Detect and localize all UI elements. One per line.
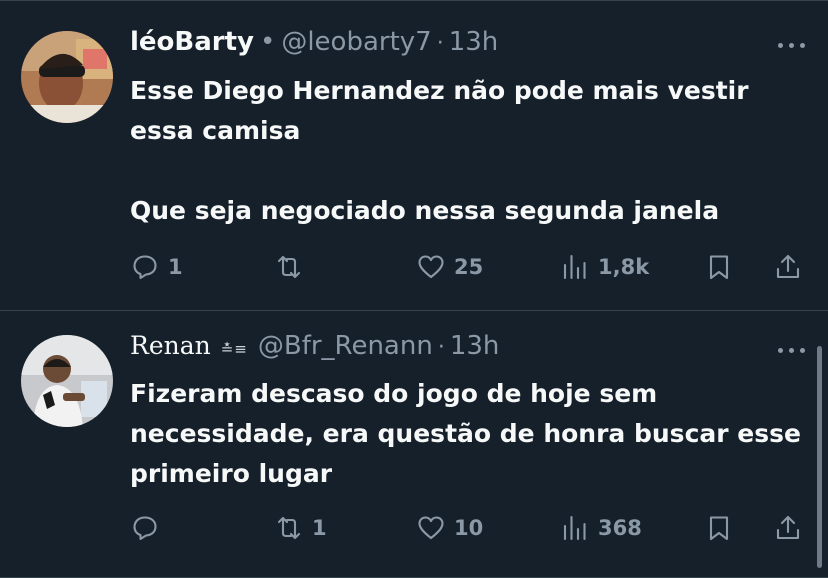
like-button[interactable]: 25 (416, 249, 483, 285)
dot-separator: · (437, 335, 445, 360)
bookmark-button[interactable] (704, 249, 734, 285)
more-icon[interactable] (778, 345, 806, 355)
reply-count: 1 (168, 255, 183, 279)
retweet-icon (277, 255, 301, 279)
reply-icon (133, 255, 157, 280)
views-icon (563, 515, 586, 541)
like-icon (418, 516, 444, 540)
like-count: 10 (454, 516, 484, 540)
tweet-header: léoBarty • @leobarty7 · 13h (130, 27, 498, 57)
reply-icon (133, 516, 157, 541)
tweet-text-paragraph: Fizeram descaso do jogo de hoje sem nece… (130, 379, 801, 488)
tweet-text-paragraph: Que seja negociado nessa segunda janela (130, 196, 720, 225)
retweet-button[interactable]: 1 (274, 510, 327, 546)
tweet-text: Fizeram descaso do jogo de hoje sem nece… (130, 374, 810, 494)
scrollbar[interactable] (817, 346, 822, 568)
tweet-header: Renan ≛≡ @Bfr_Renann · 13h (130, 331, 499, 361)
avatar[interactable] (21, 335, 113, 427)
user-name[interactable]: Renan (130, 331, 211, 360)
share-button[interactable] (773, 510, 803, 546)
action-bar: 1 10 368 (130, 510, 810, 546)
views-count: 1,8k (598, 255, 650, 279)
views-icon (563, 254, 586, 280)
tweet[interactable]: Renan ≛≡ @Bfr_Renann · 13h Fizeram desca… (0, 311, 828, 578)
user-handle[interactable]: @Bfr_Renann (258, 331, 433, 361)
views-button[interactable]: 368 (560, 510, 642, 546)
like-count: 25 (454, 255, 484, 279)
bookmark-button[interactable] (704, 510, 734, 546)
more-icon[interactable] (778, 40, 806, 50)
reply-button[interactable] (130, 510, 168, 546)
retweet-count: 1 (312, 516, 327, 540)
share-button[interactable] (773, 249, 803, 285)
timestamp[interactable]: 13h (450, 331, 500, 361)
retweet-icon (277, 516, 301, 540)
timestamp[interactable]: 13h (449, 27, 499, 57)
share-icon (776, 515, 800, 540)
tweet[interactable]: léoBarty • @leobarty7 · 13h Esse Diego H… (0, 1, 828, 311)
tweet-text: Esse Diego Hernandez não pode mais vesti… (130, 71, 810, 231)
avatar[interactable] (21, 31, 113, 123)
bookmark-icon (709, 516, 729, 541)
user-name[interactable]: léoBarty (130, 27, 254, 57)
share-icon (776, 254, 800, 279)
name-separator: • (259, 27, 276, 57)
bookmark-icon (709, 255, 729, 280)
views-count: 368 (598, 516, 642, 540)
like-icon (418, 255, 444, 279)
reply-button[interactable]: 1 (130, 249, 183, 285)
like-button[interactable]: 10 (416, 510, 483, 546)
retweet-button[interactable] (274, 249, 312, 285)
action-bar: 1 25 1,8k (130, 249, 810, 285)
views-button[interactable]: 1,8k (560, 249, 649, 285)
user-handle[interactable]: @leobarty7 (281, 27, 431, 57)
name-badge: ≛≡ (220, 340, 248, 358)
dot-separator: · (436, 31, 444, 56)
tweet-text-paragraph: Esse Diego Hernandez não pode mais vesti… (130, 76, 749, 145)
